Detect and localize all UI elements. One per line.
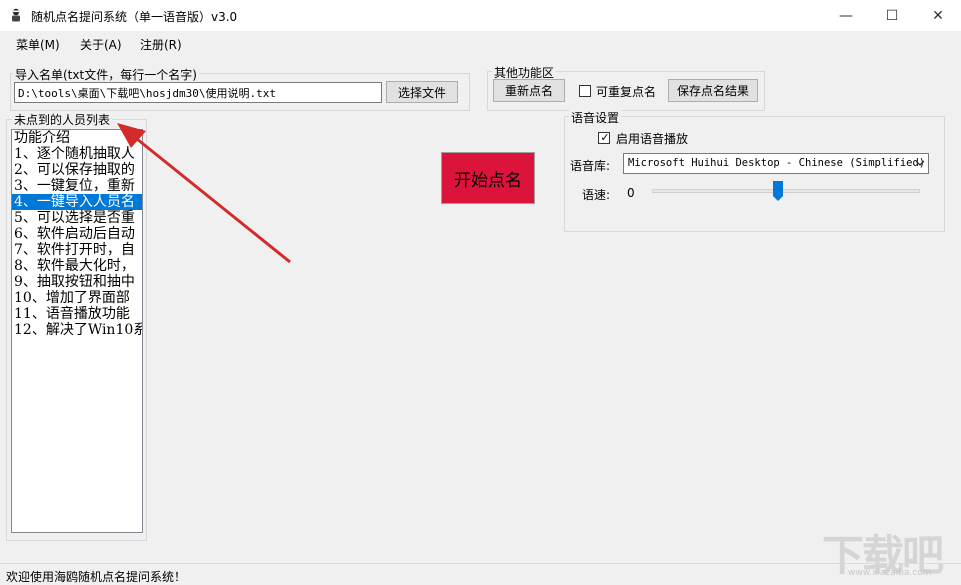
maximize-button[interactable]: ☐ bbox=[869, 0, 915, 31]
repeat-rollcall-label: 可重复点名 bbox=[596, 85, 657, 99]
start-rollcall-button[interactable]: 开始点名 bbox=[441, 152, 535, 204]
voice-settings-label: 语音设置 bbox=[569, 109, 622, 126]
browse-file-button[interactable]: 选择文件 bbox=[386, 81, 458, 103]
watermark-url: www.xiazaiba.com bbox=[848, 568, 932, 578]
speed-label: 语速: bbox=[582, 188, 611, 202]
menu-bar: 菜单(M) 关于(A) 注册(R) bbox=[0, 31, 961, 57]
reset-rollcall-button[interactable]: 重新点名 bbox=[493, 79, 565, 102]
maximize-icon: ☐ bbox=[885, 7, 899, 24]
list-item[interactable]: 9、抽取按钮和抽中 bbox=[12, 274, 142, 290]
list-item[interactable]: 1、逐个随机抽取人 bbox=[12, 146, 142, 162]
list-items: 功能介绍 1、逐个随机抽取人 2、可以保存抽取的 3、一键复位，重新 4、一键导入人员名… bbox=[12, 130, 142, 338]
enable-voice-checkbox[interactable]: ✓ bbox=[598, 132, 610, 144]
voice-library-value: Microsoft Huihui Desktop - Chinese (Simp… bbox=[628, 157, 926, 169]
list-item[interactable]: 11、语音播放功能 bbox=[12, 306, 142, 322]
list-item[interactable]: 5、可以选择是否重 bbox=[12, 210, 142, 226]
close-button[interactable]: ✕ bbox=[915, 0, 961, 31]
status-text: 欢迎使用海鸥随机点名提问系统！ bbox=[6, 570, 187, 584]
names-listbox[interactable]: 功能介绍 1、逐个随机抽取人 2、可以保存抽取的 3、一键复位，重新 4、一键导入人员名… bbox=[11, 129, 143, 533]
save-results-button[interactable]: 保存点名结果 bbox=[668, 79, 758, 102]
list-item[interactable]: 6、软件启动后自动 bbox=[12, 226, 142, 242]
check-icon: ✓ bbox=[600, 131, 610, 144]
close-icon: ✕ bbox=[932, 7, 944, 24]
menu-about[interactable]: 关于(A) bbox=[80, 36, 122, 53]
minimize-icon: — bbox=[839, 7, 853, 24]
enable-voice-label: 启用语音播放 bbox=[616, 132, 689, 146]
menu-main[interactable]: 菜单(M) bbox=[16, 36, 60, 53]
voice-library-select[interactable]: Microsoft Huihui Desktop - Chinese (Simp… bbox=[623, 153, 929, 174]
list-item[interactable]: 12、解决了Win10系 bbox=[12, 322, 142, 338]
menu-register[interactable]: 注册(R) bbox=[140, 36, 182, 53]
list-item[interactable]: 功能介绍 bbox=[12, 130, 142, 146]
list-item[interactable]: 4、一键导入人员名 bbox=[12, 194, 142, 210]
title-bar: 随机点名提问系统（单一语音版）v3.0 — ☐ ✕ bbox=[0, 0, 961, 31]
speed-slider-thumb[interactable] bbox=[772, 181, 783, 201]
list-item[interactable]: 10、增加了界面部 bbox=[12, 290, 142, 306]
status-bar: 欢迎使用海鸥随机点名提问系统！ bbox=[0, 563, 961, 585]
speed-slider-track[interactable] bbox=[652, 189, 920, 193]
list-item[interactable]: 2、可以保存抽取的 bbox=[12, 162, 142, 178]
list-group-label: 未点到的人员列表 bbox=[12, 111, 113, 128]
app-icon bbox=[8, 7, 24, 23]
voice-library-label: 语音库: bbox=[570, 159, 611, 173]
list-item[interactable]: 3、一键复位，重新 bbox=[12, 178, 142, 194]
minimize-button[interactable]: — bbox=[823, 0, 869, 31]
repeat-rollcall-checkbox[interactable] bbox=[579, 85, 591, 97]
file-path-input[interactable]: D:\tools\桌面\下载吧\hosjdm30\使用说明.txt bbox=[14, 82, 382, 103]
window-title: 随机点名提问系统（单一语音版）v3.0 bbox=[31, 10, 238, 24]
speed-value: 0 bbox=[627, 186, 635, 200]
chevron-down-icon bbox=[915, 157, 925, 171]
list-item[interactable]: 7、软件打开时，自 bbox=[12, 242, 142, 258]
import-group-label: 导入名单(txt文件，每行一个名字) bbox=[13, 66, 199, 83]
list-item[interactable]: 8、软件最大化时， bbox=[12, 258, 142, 274]
